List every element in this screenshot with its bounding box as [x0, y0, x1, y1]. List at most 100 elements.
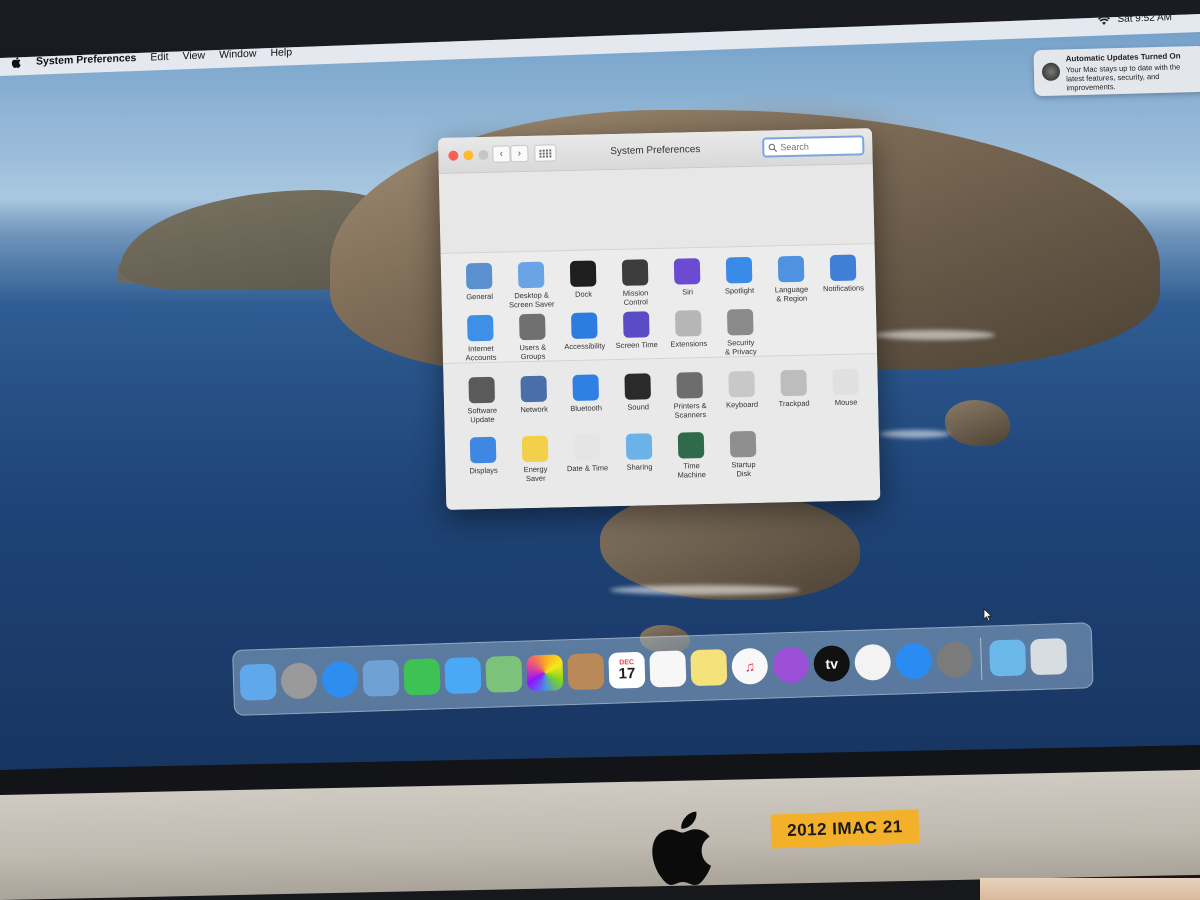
- pref-pane-network[interactable]: Network: [507, 375, 560, 423]
- news-icon[interactable]: [854, 643, 892, 681]
- pref-pane-label: Notifications: [822, 283, 865, 294]
- pref-pane-label: Spotlight: [724, 285, 755, 296]
- siri-icon: [673, 258, 701, 285]
- tv-icon[interactable]: tv: [813, 645, 851, 683]
- prefs-row: Internet Accounts Users & Groups Accessibi…: [454, 308, 767, 363]
- surf: [875, 330, 995, 340]
- prefs-row: General Desktop & Screen Saver Dock Mission…: [453, 254, 870, 310]
- table-edge: [980, 878, 1200, 900]
- pref-pane-language-region[interactable]: Language & Region: [765, 255, 818, 303]
- dock-glyph: ♫: [744, 658, 756, 675]
- house-lock-icon: [726, 308, 754, 336]
- account-banner-area: [438, 164, 875, 254]
- pref-pane-bluetooth[interactable]: Bluetooth: [559, 374, 612, 422]
- pref-pane-label: Displays: [469, 465, 498, 476]
- finder-icon[interactable]: [239, 663, 277, 701]
- pref-pane-startup-disk[interactable]: Startup Disk: [717, 430, 770, 479]
- preview-icon[interactable]: [362, 659, 400, 697]
- messages-icon[interactable]: [444, 656, 482, 695]
- pref-pane-label: Internet Accounts: [465, 343, 497, 363]
- app-store-icon[interactable]: [895, 642, 933, 680]
- pref-pane-trackpad[interactable]: Trackpad: [767, 369, 820, 417]
- notification-banner[interactable]: Automatic Updates Turned On Your Mac sta…: [1033, 45, 1200, 97]
- pref-pane-dock[interactable]: Dock: [557, 260, 610, 308]
- menu-edit[interactable]: Edit: [150, 51, 168, 64]
- speaker-icon: [624, 373, 651, 400]
- maps-icon[interactable]: [485, 655, 523, 693]
- prefs-section-hardware: Software Update Network Bluetooth Sound Prin…: [443, 354, 881, 510]
- search-field[interactable]: [762, 135, 865, 158]
- pref-pane-label: Keyboard: [725, 399, 759, 410]
- spotlight-icon: [725, 256, 753, 284]
- pref-pane-internet-accounts[interactable]: Internet Accounts: [454, 314, 507, 363]
- pref-pane-label: Screen Time: [615, 340, 658, 351]
- pref-pane-spotlight[interactable]: Spotlight: [713, 256, 766, 305]
- pref-pane-label: Sound: [627, 402, 650, 412]
- pref-pane-printers-scanners[interactable]: Printers & Scanners: [663, 372, 716, 420]
- bluetooth-icon: [572, 374, 599, 402]
- display-icon: [469, 436, 497, 464]
- pref-pane-general[interactable]: General: [453, 262, 506, 311]
- pref-pane-label: Network: [520, 404, 549, 415]
- apple-logo: [652, 811, 711, 885]
- pref-pane-energy-saver[interactable]: Energy Saver: [509, 435, 562, 483]
- printer-icon: [676, 372, 703, 399]
- pref-pane-extensions[interactable]: Extensions: [662, 310, 715, 358]
- pref-pane-screen-time[interactable]: Screen Time: [610, 311, 663, 359]
- launchpad-icon[interactable]: [280, 662, 318, 700]
- downloads-folder-icon[interactable]: [989, 639, 1027, 677]
- pref-pane-mouse[interactable]: Mouse: [819, 368, 872, 416]
- pref-pane-security-privacy[interactable]: Security & Privacy: [714, 308, 767, 357]
- pref-pane-keyboard[interactable]: Keyboard: [715, 370, 768, 419]
- pref-pane-label: Language & Region: [774, 284, 809, 304]
- notes-icon[interactable]: [690, 649, 728, 687]
- notification-body: Your Mac stays up to date with the lates…: [1065, 62, 1181, 93]
- pref-pane-date-time[interactable]: Date & Time: [561, 434, 614, 482]
- calendar-day: 17: [618, 664, 636, 683]
- safari-icon[interactable]: [321, 660, 359, 699]
- reminders-icon[interactable]: [649, 650, 687, 688]
- pref-pane-label: Date & Time: [566, 463, 609, 474]
- pref-pane-label: Bluetooth: [570, 403, 603, 414]
- photos-icon[interactable]: [526, 654, 564, 692]
- notifications-icon: [829, 254, 857, 282]
- bulb-icon: [521, 435, 549, 463]
- podcasts-icon[interactable]: [772, 646, 810, 684]
- pref-pane-label: Desktop & Screen Saver: [508, 290, 555, 310]
- pref-pane-notifications[interactable]: Notifications: [817, 254, 870, 302]
- search-icon: [768, 143, 778, 152]
- apple-menu-icon[interactable]: [10, 56, 22, 69]
- dock-glyph: tv: [825, 655, 839, 672]
- pref-pane-accessibility[interactable]: Accessibility: [558, 312, 611, 360]
- calendar-icon[interactable]: DEC 17: [608, 651, 646, 689]
- model-sticker: 2012 IMAC 21: [770, 809, 920, 849]
- pref-pane-label: General: [466, 291, 494, 302]
- disk-icon: [729, 430, 757, 458]
- pref-pane-time-machine[interactable]: Time Machine: [665, 432, 718, 480]
- pref-pane-label: Trackpad: [778, 398, 810, 409]
- system-preferences-window: ‹ › System Preferences GeneralDesktop & …: [438, 128, 881, 510]
- surf: [610, 585, 800, 595]
- pref-pane-siri[interactable]: Siri: [661, 258, 714, 306]
- system-preferences-icon[interactable]: [936, 641, 974, 679]
- time-machine-icon: [677, 432, 705, 459]
- software-update-gear-icon: [1041, 62, 1061, 82]
- facetime-icon[interactable]: [403, 658, 441, 696]
- pref-pane-sharing[interactable]: Sharing: [613, 433, 666, 481]
- contacts-icon[interactable]: [567, 653, 605, 691]
- menu-view[interactable]: View: [183, 49, 206, 62]
- pref-pane-displays[interactable]: Displays: [457, 436, 510, 484]
- pref-pane-software-update[interactable]: Software Update: [455, 376, 508, 424]
- pref-pane-desktop-screen-saver[interactable]: Desktop & Screen Saver: [505, 261, 558, 309]
- pref-pane-sound[interactable]: Sound: [611, 373, 664, 421]
- pref-pane-mission-control[interactable]: Mission Control: [609, 259, 662, 307]
- pref-pane-users-groups[interactable]: Users & Groups: [506, 313, 559, 361]
- music-icon[interactable]: ♫: [731, 647, 769, 685]
- gear-icon: [468, 376, 496, 404]
- menu-help[interactable]: Help: [270, 46, 292, 59]
- trash-icon[interactable]: [1030, 638, 1068, 676]
- pref-pane-label: Accessibility: [564, 341, 606, 352]
- mission-control-icon: [621, 259, 649, 286]
- search-input[interactable]: [780, 140, 861, 153]
- pref-pane-label: Sharing: [626, 462, 653, 472]
